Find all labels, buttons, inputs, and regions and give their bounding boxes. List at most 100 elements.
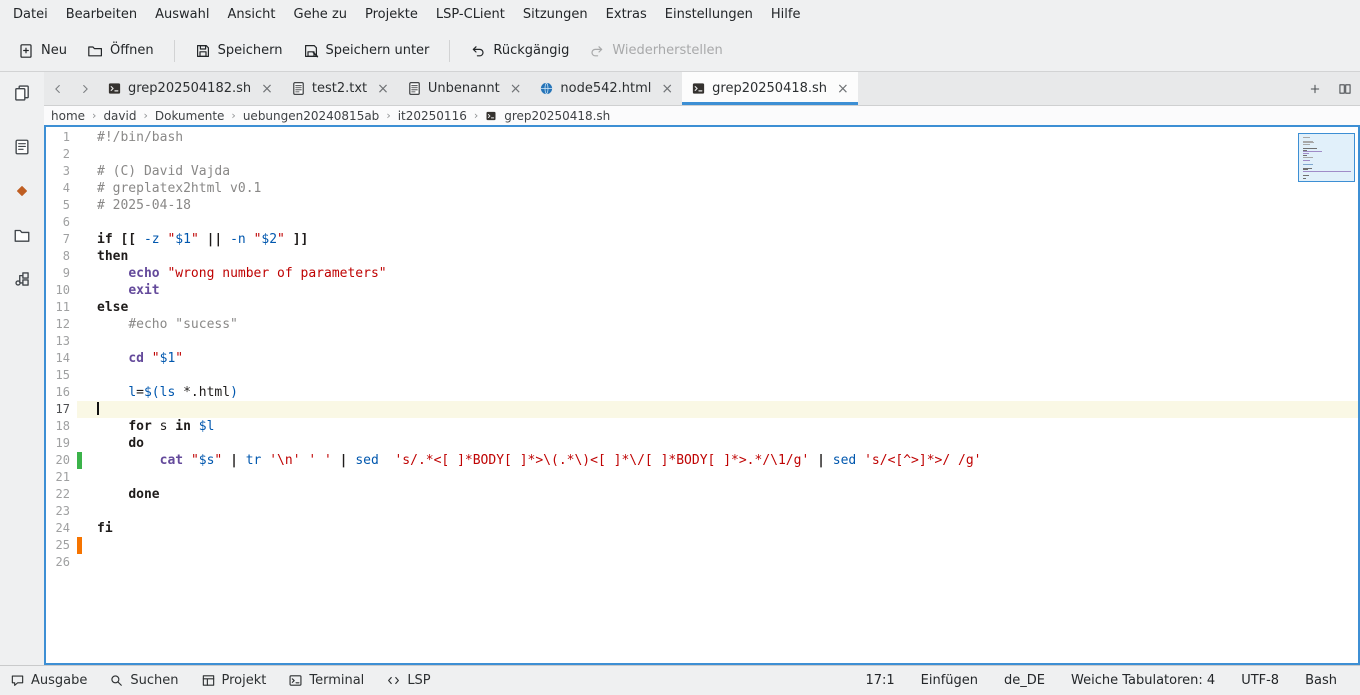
- editor-line[interactable]: 16 l=$(ls *.html): [46, 384, 1358, 401]
- menubar: DateiBearbeitenAuswahlAnsichtGehe zuProj…: [0, 0, 1360, 30]
- editor-line[interactable]: 10 exit: [46, 282, 1358, 299]
- toolview-file-preview-button[interactable]: [5, 130, 39, 164]
- statusbar-lsp[interactable]: LSP: [386, 673, 430, 688]
- tab-grep20250418-sh[interactable]: grep20250418.sh×: [682, 72, 858, 105]
- tab-scroll-left-button[interactable]: [44, 72, 71, 105]
- code-token: |: [817, 453, 825, 468]
- editor-line[interactable]: 5# 2025-04-18: [46, 197, 1358, 214]
- statusbar-projekt[interactable]: Projekt: [201, 673, 267, 688]
- editor-line[interactable]: 9 echo "wrong number of parameters": [46, 265, 1358, 282]
- statusbar-cursor-position[interactable]: 17:1: [852, 673, 907, 688]
- editor-line[interactable]: 4# greplatex2html v0.1: [46, 180, 1358, 197]
- statusbar-tab-mode[interactable]: Weiche Tabulatoren: 4: [1058, 673, 1228, 688]
- menu-einstellungen[interactable]: Einstellungen: [656, 0, 762, 30]
- tab-close-icon[interactable]: ×: [261, 82, 273, 96]
- code-token: if [[: [97, 232, 136, 247]
- code-text: [82, 333, 1358, 350]
- minimap[interactable]: [1298, 133, 1355, 182]
- statusbar-dictionary[interactable]: de_DE: [991, 673, 1058, 688]
- breadcrumb-segment-david[interactable]: david: [103, 109, 136, 123]
- editor-line[interactable]: 12 #echo "sucess": [46, 316, 1358, 333]
- editor-line[interactable]: 15: [46, 367, 1358, 384]
- breadcrumb-segment-uebungen20240815ab[interactable]: uebungen20240815ab: [243, 109, 379, 123]
- editor-line[interactable]: 8then: [46, 248, 1358, 265]
- editor-line[interactable]: 24fi: [46, 520, 1358, 537]
- tab-close-icon[interactable]: ×: [661, 82, 673, 96]
- editor-line[interactable]: 23: [46, 503, 1358, 520]
- menu-datei[interactable]: Datei: [4, 0, 57, 30]
- line-number: 23: [46, 503, 70, 520]
- neu-button[interactable]: Neu: [8, 36, 77, 66]
- menu-gehe-zu[interactable]: Gehe zu: [285, 0, 357, 30]
- editor-line[interactable]: 26: [46, 554, 1358, 571]
- menu-extras[interactable]: Extras: [597, 0, 656, 30]
- menu-lsp-client[interactable]: LSP-CLient: [427, 0, 514, 30]
- tab-close-icon[interactable]: ×: [510, 82, 522, 96]
- menu-ansicht[interactable]: Ansicht: [218, 0, 284, 30]
- text-editor[interactable]: 1#!/bin/bash23# (C) David Vajda4# grepla…: [44, 125, 1360, 665]
- menu-projekte[interactable]: Projekte: [356, 0, 427, 30]
- tab-scroll-right-button[interactable]: [71, 72, 98, 105]
- code-token: ' ': [308, 453, 331, 468]
- tab-bar-spacer: [858, 72, 1300, 105]
- tab-test2-txt[interactable]: test2.txt×: [282, 72, 398, 105]
- statusbar-terminal[interactable]: Terminal: [288, 673, 364, 688]
- line-number: 9: [46, 265, 70, 282]
- editor-line[interactable]: 21: [46, 469, 1358, 486]
- r-ckg-ngig-button[interactable]: Rückgängig: [460, 36, 579, 66]
- menu-sitzungen[interactable]: Sitzungen: [514, 0, 597, 30]
- speichern-unter-button[interactable]: Speichern unter: [293, 36, 440, 66]
- menu-auswahl[interactable]: Auswahl: [146, 0, 218, 30]
- statusbar-suchen[interactable]: Suchen: [109, 673, 178, 688]
- toolview-git-button[interactable]: [5, 174, 39, 208]
- editor-line[interactable]: 7if [[ -z "$1" || -n "$2" ]]: [46, 231, 1358, 248]
- editor-line[interactable]: 3# (C) David Vajda: [46, 163, 1358, 180]
- editor-line[interactable]: 6: [46, 214, 1358, 231]
- toolview-external-tools-button[interactable]: [5, 262, 39, 296]
- statusbar-ausgabe[interactable]: Ausgabe: [10, 673, 87, 688]
- breadcrumb-segment-home[interactable]: home: [51, 109, 85, 123]
- editor-line[interactable]: 14 cd "$1": [46, 350, 1358, 367]
- editor-line[interactable]: 19 do: [46, 435, 1358, 452]
- editor-line[interactable]: 18 for s in $l: [46, 418, 1358, 435]
- statusbar-syntax-mode[interactable]: Bash: [1292, 673, 1350, 688]
- new-tab-button[interactable]: [1300, 72, 1330, 105]
- breadcrumb-segment-it20250116[interactable]: it20250116: [398, 109, 467, 123]
- statusbar-right: 17:1Einfügende_DEWeiche Tabulatoren: 4UT…: [852, 673, 1350, 688]
- editor-line[interactable]: 2: [46, 146, 1358, 163]
- tab-node542-html[interactable]: node542.html×: [530, 72, 682, 105]
- editor-line[interactable]: 22 done: [46, 486, 1358, 503]
- html-file-icon: [539, 81, 554, 96]
- editor-line[interactable]: 1#!/bin/bash: [46, 129, 1358, 146]
- editor-line[interactable]: 11else: [46, 299, 1358, 316]
- documents-icon: [13, 84, 31, 102]
- editor-line[interactable]: 13: [46, 333, 1358, 350]
- code-token: sed: [355, 453, 378, 468]
- toolview-filesystem-button[interactable]: [5, 218, 39, 252]
- statusbar-encoding[interactable]: UTF-8: [1228, 673, 1292, 688]
- editor-line[interactable]: 25: [46, 537, 1358, 554]
- breadcrumb-file[interactable]: grep20250418.sh: [504, 109, 610, 123]
- code-token: *.html: [175, 385, 230, 400]
- tab-unbenannt[interactable]: Unbenannt×: [398, 72, 531, 105]
- tab-grep202504182-sh[interactable]: grep202504182.sh×: [98, 72, 282, 105]
- toolview-documents-button[interactable]: [5, 76, 39, 110]
- code-text: # 2025-04-18: [82, 197, 1358, 214]
- breadcrumb-segment-dokumente[interactable]: Dokumente: [155, 109, 225, 123]
- code-token: -z: [144, 232, 160, 247]
- line-number: 13: [46, 333, 70, 350]
- tab-close-icon[interactable]: ×: [837, 82, 849, 96]
- code-token: 's/<[^>]*>/ /g': [864, 453, 981, 468]
- editor-line[interactable]: 17: [46, 401, 1358, 418]
- ffnen-button[interactable]: Öffnen: [77, 36, 164, 66]
- menu-hilfe[interactable]: Hilfe: [762, 0, 810, 30]
- editor-content[interactable]: 1#!/bin/bash23# (C) David Vajda4# grepla…: [46, 127, 1358, 571]
- tab-close-icon[interactable]: ×: [377, 82, 389, 96]
- line-number: 2: [46, 146, 70, 163]
- editor-line[interactable]: 20 cat "$s" | tr '\n' ' ' | sed 's/.*<[ …: [46, 452, 1358, 469]
- menu-bearbeiten[interactable]: Bearbeiten: [57, 0, 146, 30]
- speichern-button[interactable]: Speichern: [185, 36, 293, 66]
- split-view-button[interactable]: [1330, 72, 1360, 105]
- statusbar-insert-mode[interactable]: Einfügen: [908, 673, 991, 688]
- breadcrumb-separator: ›: [143, 109, 147, 122]
